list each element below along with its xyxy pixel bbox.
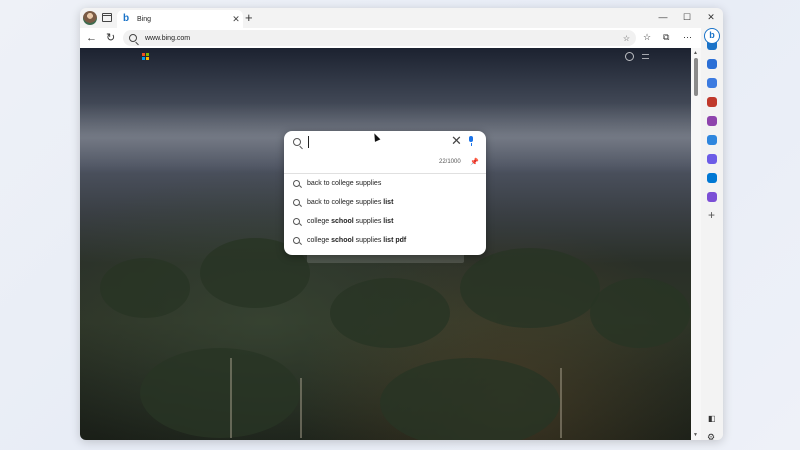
background-tree bbox=[590, 278, 690, 348]
hamburger-menu-icon[interactable] bbox=[642, 54, 649, 59]
background-tree bbox=[330, 278, 450, 348]
search-dropdown: ✕ 22/1000 📌 back to college supplies bac… bbox=[284, 131, 486, 255]
more-menu-icon[interactable]: ⋯ bbox=[683, 32, 692, 43]
back-button[interactable]: ← bbox=[86, 30, 97, 46]
outlook-icon[interactable] bbox=[707, 173, 717, 183]
bing-homepage: ✕ 22/1000 📌 back to college supplies bac… bbox=[80, 48, 691, 440]
suggestion-text: college school supplies list pdf bbox=[307, 236, 407, 244]
address-bar[interactable]: www.bing.com ☆ bbox=[123, 30, 636, 46]
tab-title: Bing bbox=[137, 15, 152, 23]
bing-icon: b bbox=[123, 13, 130, 24]
scroll-thumb[interactable] bbox=[694, 58, 698, 96]
background-tree bbox=[460, 248, 600, 328]
background-trunk bbox=[300, 378, 302, 438]
suggestion-text: college school supplies list bbox=[307, 217, 394, 225]
microsoft-365-icon[interactable] bbox=[707, 135, 717, 145]
browser-window: b Bing ✕ + — ☐ ✕ ← ↻ www.bing.com ☆ ☆ ⧉ … bbox=[80, 8, 723, 440]
background-tree bbox=[380, 358, 560, 440]
scroll-down-icon[interactable]: ▼ bbox=[693, 432, 698, 438]
microsoft-logo-icon bbox=[142, 53, 149, 60]
pin-icon[interactable]: 📌 bbox=[470, 158, 479, 166]
suggestion-text: back to college supplies bbox=[307, 179, 382, 187]
new-tab-button[interactable]: + bbox=[245, 10, 253, 26]
toolbar: ← ↻ www.bing.com ☆ ☆ ⧉ ⋯ bbox=[80, 28, 723, 48]
search-icon bbox=[129, 34, 137, 42]
messenger-icon[interactable] bbox=[707, 192, 717, 202]
bing-header bbox=[80, 51, 691, 63]
tab-close-icon[interactable]: ✕ bbox=[229, 14, 243, 25]
background-trunk bbox=[560, 368, 562, 438]
background-trunk bbox=[230, 358, 232, 438]
copilot-icon[interactable]: b bbox=[704, 28, 720, 44]
microphone-icon[interactable] bbox=[468, 136, 474, 146]
add-icon[interactable]: + bbox=[708, 208, 715, 222]
tools-icon[interactable] bbox=[707, 97, 717, 107]
drop-icon[interactable] bbox=[707, 154, 717, 164]
minimize-button[interactable]: — bbox=[651, 8, 675, 28]
suggestion-text: back to college supplies list bbox=[307, 198, 394, 206]
games-icon[interactable] bbox=[707, 116, 717, 126]
shopping-tag-icon[interactable] bbox=[707, 78, 717, 88]
suggestion-item[interactable]: back to college supplies list bbox=[284, 193, 486, 211]
address-url: www.bing.com bbox=[145, 34, 191, 42]
suggestion-item[interactable]: back to college supplies bbox=[284, 174, 486, 192]
tab-actions-icon[interactable] bbox=[102, 13, 112, 22]
split-screen-icon[interactable]: ◧ bbox=[708, 414, 716, 423]
suggestion-item[interactable]: college school supplies list bbox=[284, 212, 486, 230]
tab-bing[interactable]: b Bing ✕ bbox=[117, 10, 243, 28]
collections-icon[interactable]: ⧉ bbox=[663, 32, 669, 43]
search-icon bbox=[293, 236, 300, 244]
search-icon bbox=[293, 217, 300, 225]
search-sidebar-icon[interactable] bbox=[707, 59, 717, 69]
background-tree bbox=[140, 348, 300, 438]
user-avatar-icon[interactable] bbox=[625, 52, 634, 61]
search-icon bbox=[293, 179, 300, 187]
title-bar: b Bing ✕ + — ☐ ✕ bbox=[80, 8, 723, 28]
page-scrollbar[interactable]: ▲ ▼ bbox=[691, 48, 701, 440]
window-controls: — ☐ ✕ bbox=[651, 8, 723, 28]
bing-header-right bbox=[625, 52, 649, 61]
favorite-add-icon[interactable]: ☆ bbox=[623, 34, 630, 43]
search-icon bbox=[293, 198, 300, 206]
maximize-button[interactable]: ☐ bbox=[675, 8, 699, 28]
profile-avatar[interactable] bbox=[83, 11, 97, 25]
suggestion-item[interactable]: college school supplies list pdf bbox=[284, 231, 486, 249]
favorites-icon[interactable]: ☆ bbox=[643, 32, 651, 43]
clear-search-icon[interactable]: ✕ bbox=[451, 134, 462, 148]
search-icon bbox=[293, 138, 301, 146]
scroll-up-icon[interactable]: ▲ bbox=[693, 50, 698, 56]
edge-sidebar: + ◧ ⚙ bbox=[701, 28, 723, 440]
character-counter: 22/1000 bbox=[439, 159, 461, 165]
refresh-button[interactable]: ↻ bbox=[106, 30, 115, 46]
close-window-button[interactable]: ✕ bbox=[699, 8, 723, 28]
settings-gear-icon[interactable]: ⚙ bbox=[707, 432, 715, 440]
background-tree bbox=[100, 258, 190, 318]
